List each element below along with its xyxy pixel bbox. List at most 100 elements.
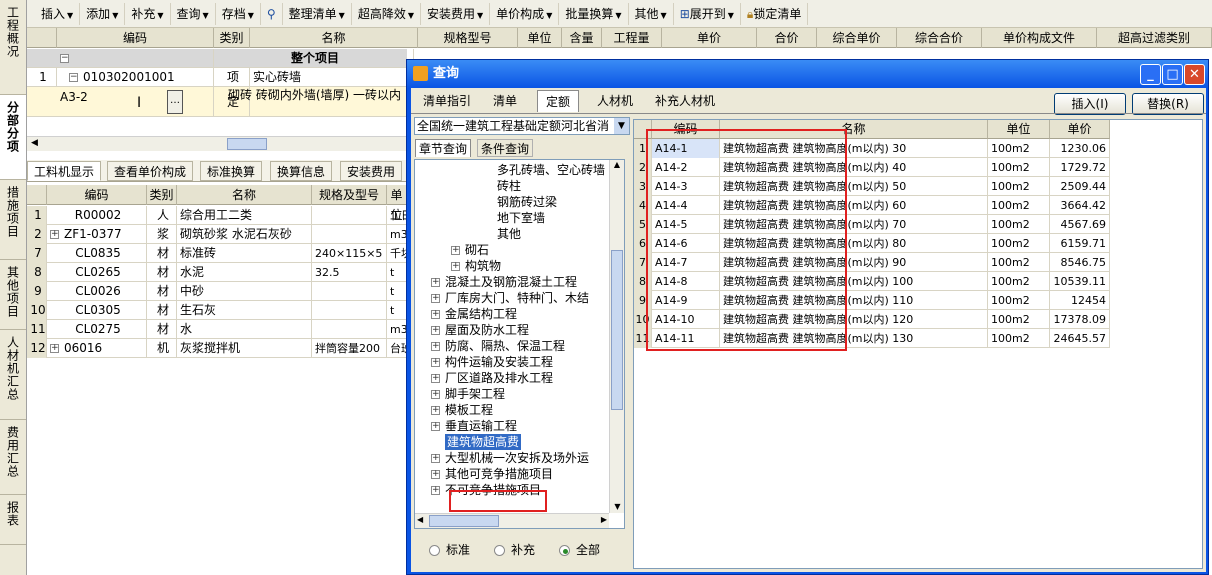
expand-icon[interactable]: +: [431, 470, 440, 479]
expand-to-menu[interactable]: ⊞展开到 ▼: [674, 2, 741, 25]
tab-list-guide[interactable]: 清单指引: [415, 90, 479, 112]
col-code[interactable]: 编码: [57, 28, 214, 48]
tab-resources[interactable]: 工料机显示: [27, 161, 102, 181]
tree-item[interactable]: + 厂区道路及排水工程: [431, 370, 553, 386]
height-reduction-menu[interactable]: 超高降效 ▼: [352, 2, 421, 25]
table-row[interactable]: 9 CL0026 材中砂 t: [27, 282, 427, 301]
vtab-project-overview[interactable]: 工程概况: [0, 0, 26, 95]
col-quantity[interactable]: 工程量: [602, 28, 662, 48]
radio-standard[interactable]: 标准: [429, 541, 470, 558]
table-row[interactable]: 10 CL0305 材生石灰 t: [27, 301, 427, 320]
insert-menu[interactable]: 插入 ▼: [35, 2, 81, 25]
tab-supplement-resources[interactable]: 补充人材机: [647, 90, 723, 112]
table-row[interactable]: 8 CL0265 材水泥 32.5 t: [27, 263, 427, 282]
tab-quota[interactable]: 定额: [537, 90, 580, 112]
col-type[interactable]: 类别: [214, 28, 250, 48]
tree-item[interactable]: + 模板工程: [431, 402, 493, 418]
tab-price-composition[interactable]: 查看单价构成: [107, 161, 194, 181]
expand-icon[interactable]: +: [431, 342, 440, 351]
tree-item[interactable]: 地下室墙: [497, 210, 545, 226]
section-row[interactable]: − 整个项目: [27, 49, 414, 68]
vtab-cost-summary[interactable]: 费用汇总: [0, 420, 26, 495]
tree-v-scrollbar[interactable]: ▲ ▼: [609, 160, 624, 513]
tree-item[interactable]: + 大型机械一次安拆及场外运: [431, 450, 589, 466]
other-menu[interactable]: 其他 ▼: [629, 2, 674, 25]
col-unit-price[interactable]: 单价: [662, 28, 757, 48]
tree-item[interactable]: 多孔砖墙、空心砖墙: [497, 162, 605, 178]
tree-item[interactable]: + 脚手架工程: [431, 386, 505, 402]
col-price-file[interactable]: 单价构成文件: [982, 28, 1097, 48]
install-cost-menu[interactable]: 安装费用 ▼: [421, 2, 491, 25]
expand-icon[interactable]: +: [431, 422, 440, 431]
expand-icon[interactable]: +: [431, 390, 440, 399]
tree-item[interactable]: + 防腐、隔热、保温工程: [431, 338, 565, 354]
col-composite-price[interactable]: 综合单价: [817, 28, 897, 48]
lock-list-button[interactable]: 🔒︎锁定清单: [741, 2, 809, 25]
maximize-icon[interactable]: □: [1162, 64, 1183, 85]
tab-resources[interactable]: 人材机: [589, 90, 641, 112]
tree-h-scrollbar[interactable]: ◀ ▶: [415, 513, 609, 528]
col-unit[interactable]: 单位: [518, 28, 562, 48]
table-row[interactable]: 1 R00002 人综合用工二类 工日: [27, 206, 427, 225]
expand-icon[interactable]: +: [431, 326, 440, 335]
tree-item[interactable]: + 构筑物: [451, 258, 501, 274]
expand-icon[interactable]: +: [431, 486, 440, 495]
tree-item[interactable]: + 金属结构工程: [431, 306, 517, 322]
unit-price-menu[interactable]: 单价构成 ▼: [490, 2, 560, 25]
expand-icon[interactable]: +: [431, 310, 440, 319]
add-menu[interactable]: 添加 ▼: [80, 2, 126, 25]
expand-icon[interactable]: +: [451, 246, 460, 255]
table-row[interactable]: 1 −010302001001 项 实心砖墙: [27, 68, 418, 87]
replace-button[interactable]: 替换(R): [1132, 93, 1204, 115]
tab-list[interactable]: 清单: [485, 90, 525, 112]
expand-icon[interactable]: +: [431, 358, 440, 367]
binoculars-icon[interactable]: ⚲: [261, 2, 283, 25]
table-row-selected[interactable]: A3-2 … I 定 砌砖 砖砌内外墙(墙厚) 一砖以内: [27, 87, 415, 117]
col-content[interactable]: 含量: [562, 28, 602, 48]
tree-item[interactable]: + 厂库房大门、特种门、木结: [431, 290, 589, 306]
expand-icon[interactable]: +: [431, 454, 440, 463]
expand-icon[interactable]: +: [431, 374, 440, 383]
archive-menu[interactable]: 存档 ▼: [216, 2, 261, 25]
query-menu[interactable]: 查询 ▼: [171, 2, 216, 25]
col-total[interactable]: 合价: [757, 28, 817, 48]
tree-item[interactable]: + 垂直运输工程: [431, 418, 517, 434]
col-composite-total[interactable]: 综合合价: [897, 28, 982, 48]
organize-list-menu[interactable]: 整理清单 ▼: [283, 2, 352, 25]
tree-item[interactable]: + 砌石: [451, 242, 489, 258]
expand-icon[interactable]: +: [431, 406, 440, 415]
tree-item[interactable]: + 构件运输及安装工程: [431, 354, 553, 370]
table-row[interactable]: 11 CL0275 材水 m3: [27, 320, 427, 339]
expand-icon[interactable]: +: [451, 262, 460, 271]
col-filter-type[interactable]: 超高过滤类别: [1097, 28, 1212, 48]
batch-convert-menu[interactable]: 批量换算 ▼: [559, 2, 629, 25]
tree-item[interactable]: 砖柱: [497, 178, 521, 194]
table-row[interactable]: 12 +06016 机灰浆搅拌机 拌筒容量200 台班: [27, 339, 427, 358]
main-h-scrollbar[interactable]: ◀: [27, 136, 407, 151]
radio-all[interactable]: 全部: [559, 541, 600, 558]
tree-item[interactable]: + 其他可竞争措施项目: [431, 466, 553, 482]
tab-standard-convert[interactable]: 标准换算: [200, 161, 263, 181]
library-select[interactable]: 全国统一建筑工程基础定额河北省消 ▼: [414, 117, 630, 135]
vtab-divisions[interactable]: 分部分项: [0, 95, 26, 180]
supplement-menu[interactable]: 补充 ▼: [125, 2, 171, 25]
tab-install-cost[interactable]: 安装费用: [340, 161, 403, 181]
vtab-resource-summary[interactable]: 人材机汇总: [0, 330, 26, 420]
ellipsis-button[interactable]: …: [167, 90, 183, 114]
vtab-measures[interactable]: 措施项目: [0, 180, 26, 260]
tree-item[interactable]: + 混凝土及钢筋混凝土工程: [431, 274, 577, 290]
col-spec[interactable]: 规格型号: [418, 28, 518, 48]
table-row[interactable]: 7 CL0835 材标准砖 240×115×5 千块: [27, 244, 427, 263]
col-name[interactable]: 名称: [250, 28, 418, 48]
tab-condition-search[interactable]: 条件查询: [477, 139, 534, 157]
expand-icon[interactable]: +: [431, 294, 440, 303]
tree-item[interactable]: 建筑物超高费: [445, 434, 522, 450]
insert-button[interactable]: 插入(I): [1054, 93, 1126, 115]
tree-item[interactable]: + 屋面及防水工程: [431, 322, 529, 338]
tab-chapter-search[interactable]: 章节查询: [415, 139, 472, 157]
close-icon[interactable]: ✕: [1184, 64, 1205, 85]
expand-icon[interactable]: +: [431, 278, 440, 287]
tree-item[interactable]: 其他: [497, 226, 521, 242]
col-price[interactable]: 单价: [1050, 120, 1110, 139]
table-row[interactable]: 2 + ZF1-0377 浆砌筑砂浆 水泥石灰砂 m3: [27, 225, 427, 244]
